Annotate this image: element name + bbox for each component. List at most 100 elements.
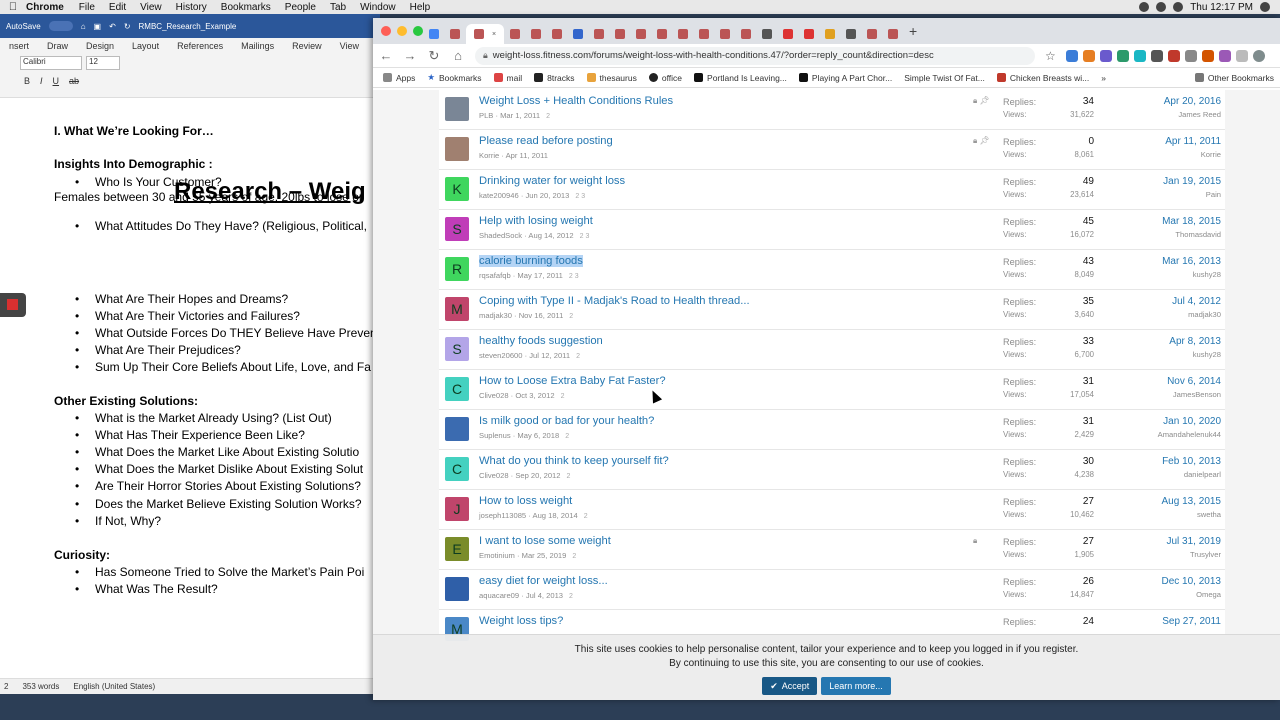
last-post-date[interactable]: Feb 10, 2013 — [1162, 456, 1221, 467]
bookmark-mail[interactable]: mail — [493, 73, 522, 83]
browser-tab[interactable] — [778, 24, 798, 44]
bookmark-apps[interactable]: Apps — [383, 73, 415, 83]
thread-start-date[interactable]: Aug 18, 2014 — [533, 511, 578, 520]
thread-start-date[interactable]: Aug 14, 2012 — [528, 231, 573, 240]
underline-button[interactable]: U — [53, 76, 60, 86]
extension-icon[interactable] — [1235, 49, 1248, 62]
ribbon-tab-draw[interactable]: Draw — [38, 41, 77, 51]
thread-author[interactable]: Suplenus — [479, 431, 511, 440]
browser-tab[interactable] — [694, 24, 714, 44]
thread-title-link[interactable]: Weight loss tips? — [479, 615, 563, 627]
last-post-date[interactable]: Dec 10, 2013 — [1162, 576, 1222, 587]
menu-tab[interactable]: Tab — [323, 2, 353, 13]
thread-page-links[interactable]: 2 — [561, 393, 565, 400]
last-post-date[interactable]: Mar 16, 2013 — [1162, 256, 1221, 267]
clock[interactable]: Thu 12:17 PM — [1190, 2, 1253, 13]
autosave-toggle[interactable] — [48, 21, 73, 31]
thread-title-link[interactable]: healthy foods suggestion — [479, 335, 603, 347]
avatar[interactable]: E — [445, 537, 469, 561]
avatar[interactable]: M — [445, 297, 469, 321]
extension-icon[interactable] — [1150, 49, 1163, 62]
browser-tab[interactable] — [736, 24, 756, 44]
extension-icon[interactable] — [1082, 49, 1095, 62]
thread-author[interactable]: ShadedSock — [479, 231, 522, 240]
ribbon-tab-references[interactable]: References — [168, 41, 232, 51]
bookmark-8tracks[interactable]: 8tracks — [534, 73, 575, 83]
last-poster[interactable]: swetha — [1197, 510, 1221, 519]
last-poster[interactable]: kushy28 — [1193, 350, 1221, 359]
last-post-date[interactable]: Mar 18, 2015 — [1162, 216, 1221, 227]
thread-author[interactable]: Emotinium — [479, 551, 515, 560]
last-poster[interactable]: kushy28 — [1193, 270, 1221, 279]
font-family-select[interactable]: Calibri — [20, 56, 82, 70]
bookmark-simple-twist[interactable]: Simple Twist Of Fat... — [904, 73, 985, 83]
thread-row[interactable]: C What do you think to keep yourself fit?… — [439, 450, 1225, 490]
home-icon[interactable]: ⌂ — [81, 22, 86, 31]
thread-author[interactable]: Clive028 — [479, 391, 509, 400]
thread-page-links[interactable]: 2 — [576, 353, 580, 360]
thread-start-date[interactable]: May 17, 2011 — [517, 271, 562, 280]
thread-start-date[interactable]: Mar 1, 2011 — [500, 111, 540, 120]
ribbon-tab-layout[interactable]: Layout — [123, 41, 168, 51]
bookmark-bookmarks[interactable]: ★ Bookmarks — [427, 72, 481, 83]
last-poster[interactable]: Amandahelenuk44 — [1158, 430, 1221, 439]
minimize-window-button[interactable] — [397, 26, 407, 36]
avatar[interactable]: K — [445, 177, 469, 201]
last-poster[interactable]: Trusylver — [1190, 550, 1221, 559]
extension-icon[interactable] — [1184, 49, 1197, 62]
bookmarks-overflow-icon[interactable]: » — [1101, 73, 1106, 83]
wifi-icon[interactable] — [1156, 2, 1167, 12]
avatar[interactable]: S — [445, 217, 469, 241]
thread-page-links[interactable]: 2 — [569, 593, 573, 600]
extension-icon[interactable] — [1065, 49, 1078, 62]
thread-title-link[interactable]: Please read before posting — [479, 135, 613, 147]
bookmark-chicken[interactable]: Chicken Breasts wi... — [996, 73, 1089, 83]
home-icon[interactable]: ⌂ — [451, 48, 465, 63]
extension-icon[interactable] — [1201, 49, 1214, 62]
bold-button[interactable]: B — [24, 76, 30, 86]
browser-tab[interactable] — [610, 24, 630, 44]
menu-file[interactable]: File — [72, 2, 102, 13]
menu-edit[interactable]: Edit — [102, 2, 133, 13]
thread-start-date[interactable]: Jul 4, 2013 — [526, 591, 563, 600]
thread-row[interactable]: easy diet for weight loss... aquacare09 ·… — [439, 570, 1225, 610]
last-poster[interactable]: JamesBenson — [1173, 390, 1221, 399]
thread-row[interactable]: Rcalorie burning foods rqsafafqb · May 17… — [439, 250, 1225, 290]
browser-tab[interactable] — [589, 24, 609, 44]
menu-bookmarks[interactable]: Bookmarks — [214, 2, 278, 13]
last-post-date[interactable]: Apr 20, 2016 — [1164, 96, 1221, 107]
thread-author[interactable]: steven20600 — [479, 351, 523, 360]
browser-tab[interactable] — [862, 24, 882, 44]
last-poster[interactable]: Pain — [1206, 190, 1221, 199]
thread-row[interactable]: Weight Loss + Health Conditions Rules PLB… — [439, 90, 1225, 130]
thread-row[interactable]: Shealthy foods suggestion steven20600 · J… — [439, 330, 1225, 370]
last-post-date[interactable]: Jan 10, 2020 — [1163, 416, 1221, 427]
thread-start-date[interactable]: Jun 20, 2013 — [525, 191, 569, 200]
strikethrough-button[interactable]: ab — [69, 76, 79, 86]
bookmark-playing[interactable]: Playing A Part Chor... — [798, 73, 892, 83]
reload-icon[interactable]: ↻ — [427, 48, 441, 64]
last-post-date[interactable]: Aug 13, 2015 — [1162, 496, 1222, 507]
browser-tab[interactable] — [715, 24, 735, 44]
thread-page-links[interactable]: 2 3 — [575, 193, 585, 200]
extension-icon[interactable] — [1218, 49, 1231, 62]
accept-cookies-button[interactable]: ✔ Accept — [762, 677, 818, 695]
ribbon-tab-insert[interactable]: nsert — [0, 41, 38, 51]
browser-tab[interactable] — [652, 24, 672, 44]
thread-author[interactable]: joseph113085 — [479, 511, 526, 520]
font-size-select[interactable]: 12 — [86, 56, 120, 70]
browser-tab[interactable] — [799, 24, 819, 44]
ribbon-tab-view[interactable]: View — [331, 41, 368, 51]
thread-author[interactable]: PLB — [479, 111, 493, 120]
last-poster[interactable]: danielpearl — [1184, 470, 1221, 479]
document-page[interactable]: Research – Weig I. What We’re Looking Fo… — [0, 112, 380, 678]
menu-people[interactable]: People — [278, 2, 323, 13]
last-post-date[interactable]: Jan 19, 2015 — [1163, 176, 1221, 187]
menu-app-name[interactable]: Chrome — [26, 2, 72, 13]
browser-tab[interactable] — [568, 24, 588, 44]
thread-author[interactable]: Korrie — [479, 151, 499, 160]
thread-start-date[interactable]: May 6, 2018 — [517, 431, 559, 440]
bookmark-star-icon[interactable]: ☆ — [1045, 49, 1056, 63]
bookmark-portland[interactable]: Portland Is Leaving... — [694, 73, 787, 83]
thread-author[interactable]: Clive028 — [479, 471, 509, 480]
